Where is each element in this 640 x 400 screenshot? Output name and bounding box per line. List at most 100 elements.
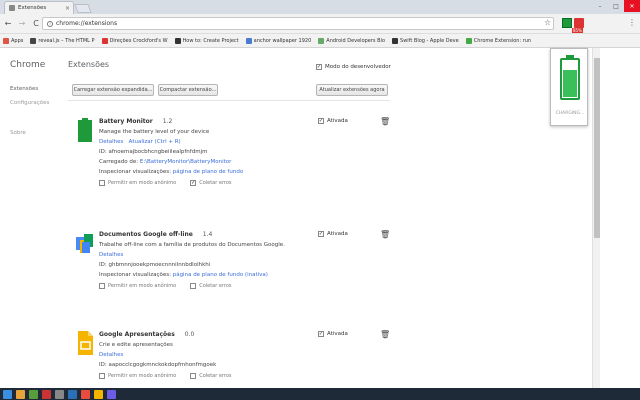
extension-id: aapocclcgogkmnckokdopfmhonfmgoek <box>108 362 217 368</box>
maximize-button[interactable]: □ <box>608 0 624 12</box>
developer-mode-toggle[interactable]: ✓ Modo do desenvolvedor <box>316 64 391 70</box>
bookmark-favicon-icon <box>174 37 181 44</box>
tab-close-icon[interactable]: × <box>65 5 70 12</box>
sidebar-item-about[interactable]: Sobre <box>10 130 26 136</box>
bookmark-favicon-icon <box>392 37 399 44</box>
bookmarks-bar: Apps reveal.js – The HTML P Direções Crock… <box>0 34 640 48</box>
bookmark-favicon-icon <box>318 37 325 44</box>
taskbar-app-icon[interactable] <box>16 389 25 399</box>
window-controls: – □ ✕ <box>592 0 640 12</box>
tab-label: Extensões <box>18 5 47 11</box>
sidebar: Chrome Extensões Configurações Sobre <box>0 48 60 388</box>
extension-description: Crie e edite apresentações <box>99 342 173 348</box>
taskbar-app-icon[interactable] <box>29 389 38 399</box>
address-bar[interactable]: i chrome://extensions <box>42 17 554 30</box>
menu-icon[interactable]: ⋮ <box>628 18 636 27</box>
bookmark-item[interactable]: Direções Crockford's W <box>101 37 168 44</box>
bookmark-item[interactable]: Chrome Extension: run <box>465 37 531 44</box>
taskbar-app-icon[interactable] <box>68 389 77 399</box>
enabled-checkbox[interactable]: ✓ <box>318 118 324 124</box>
load-unpacked-button[interactable]: Carregar extensão expandida... <box>72 84 154 96</box>
inspect-background-link[interactable]: página de plano de fundo <box>173 169 244 175</box>
bookmark-favicon-icon <box>3 37 9 44</box>
enabled-toggle[interactable]: ✓ Ativada <box>318 231 348 237</box>
forward-icon[interactable]: → <box>18 19 26 28</box>
bookmark-favicon-icon <box>30 37 37 44</box>
extension-icon[interactable] <box>574 18 584 28</box>
collect-errors-checkbox[interactable]: ✓ <box>190 180 197 186</box>
details-link[interactable]: Detalhes <box>99 139 123 145</box>
bookmark-star-icon[interactable]: ☆ <box>544 18 551 27</box>
reload-extension-link[interactable]: Atualizar (Ctrl + R) <box>129 139 181 145</box>
extension-name: Google Apresentações <box>99 331 175 338</box>
collect-errors-checkbox[interactable] <box>190 373 197 379</box>
extension-description: Trabalhe off-line com a família de produ… <box>99 242 285 248</box>
bookmark-item[interactable]: Android Developers Blo <box>318 37 385 44</box>
battery-level-icon <box>560 58 580 100</box>
reload-icon[interactable]: C <box>32 19 40 28</box>
incognito-checkbox[interactable] <box>99 180 105 186</box>
bookmark-item[interactable]: How to: Create Project <box>174 37 239 44</box>
close-window-button[interactable]: ✕ <box>624 0 640 12</box>
battery-extension-icon[interactable] <box>562 18 572 28</box>
taskbar <box>0 388 640 400</box>
enabled-toggle[interactable]: ✓ Ativada <box>318 118 348 124</box>
start-icon[interactable] <box>3 389 12 399</box>
sidebar-title: Chrome <box>10 60 46 70</box>
title-bar: Extensões × – □ ✕ <box>0 0 640 14</box>
page-title: Extensões <box>68 60 110 69</box>
enabled-checkbox[interactable]: ✓ <box>318 231 324 237</box>
taskbar-app-icon[interactable] <box>55 389 64 399</box>
puzzle-icon <box>9 5 15 11</box>
extension-name: Battery Monitor <box>99 118 153 125</box>
extension-id: afnoemajbocbhcngbeiilealpfnfdmjm <box>108 149 208 155</box>
details-link[interactable]: Detalhes <box>99 252 123 258</box>
google-slides-icon <box>78 331 93 355</box>
trash-icon[interactable]: 🗑 <box>380 330 390 339</box>
bookmark-item[interactable]: reveal.js – The HTML P <box>30 37 95 44</box>
extension-badge: 85% <box>572 28 583 33</box>
bookmark-favicon-icon <box>245 37 252 44</box>
bookmark-item[interactable]: Swift Blog - Apple Deve <box>392 37 459 44</box>
trash-icon[interactable]: 🗑 <box>380 230 390 239</box>
google-docs-icon <box>76 234 93 253</box>
minimize-button[interactable]: – <box>592 0 608 12</box>
bookmark-favicon-icon <box>101 37 108 44</box>
battery-popup: CHARGING... <box>550 48 588 126</box>
tab-extensions[interactable]: Extensões × <box>4 1 74 14</box>
back-icon[interactable]: ← <box>4 19 12 28</box>
taskbar-app-icon[interactable] <box>81 389 90 399</box>
inspect-background-link[interactable]: página de plano de fundo (inativa) <box>173 272 268 278</box>
trash-icon[interactable]: 🗑 <box>380 117 390 126</box>
new-tab-button[interactable] <box>74 4 92 13</box>
bookmark-item[interactable]: Apps <box>3 37 23 44</box>
bookmark-favicon-icon <box>465 37 472 44</box>
enabled-toggle[interactable]: ✓ Ativada <box>318 331 348 337</box>
extension-version: 1.2 <box>162 118 173 125</box>
update-extensions-button[interactable]: Atualizar extensões agora <box>316 84 388 96</box>
collect-errors-checkbox[interactable] <box>190 283 197 289</box>
taskbar-app-icon[interactable] <box>107 389 116 399</box>
charging-status: CHARGING... <box>555 111 585 116</box>
page-scrollbar[interactable] <box>592 48 600 388</box>
sidebar-item-settings[interactable]: Configurações <box>10 100 49 106</box>
details-link[interactable]: Detalhes <box>99 352 123 358</box>
incognito-checkbox[interactable] <box>99 373 105 379</box>
extension-id: ghbmnnjooekpmoecnnnilnnbdlolhkhi <box>108 262 211 268</box>
chrome-taskbar-icon[interactable] <box>94 389 103 399</box>
pack-extension-button[interactable]: Compactar extensão... <box>158 84 218 96</box>
scrollbar-thumb[interactable] <box>594 58 600 238</box>
extension-version: 1.4 <box>202 231 213 238</box>
extension-description: Manage the battery level of your device <box>99 129 210 135</box>
incognito-checkbox[interactable] <box>99 283 105 289</box>
loaded-from-path[interactable]: E:\BatteryMonitor\BatteryMonitor <box>140 159 232 165</box>
address-url: chrome://extensions <box>56 20 118 27</box>
battery-fill <box>563 69 577 97</box>
sidebar-item-extensions[interactable]: Extensões <box>10 86 38 92</box>
taskbar-app-icon[interactable] <box>42 389 51 399</box>
divider <box>68 100 390 101</box>
enabled-checkbox[interactable]: ✓ <box>318 331 324 337</box>
developer-mode-checkbox[interactable]: ✓ <box>316 64 322 70</box>
info-icon[interactable]: i <box>47 20 53 27</box>
bookmark-item[interactable]: anchor wallpaper 1920 <box>245 37 311 44</box>
